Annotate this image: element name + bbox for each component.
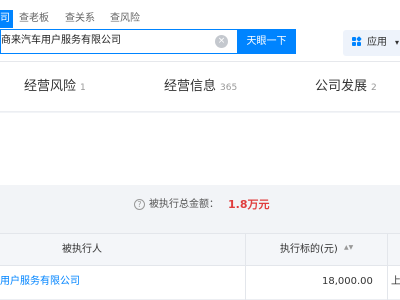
search-tab-risk[interactable]: 查风险 — [110, 10, 140, 28]
search-tab-boss[interactable]: 查老板 — [19, 10, 49, 28]
clear-icon[interactable]: × — [215, 35, 228, 48]
tab-count: 1 — [80, 83, 86, 93]
tab-company-development[interactable]: 公司发展 2 — [315, 62, 377, 112]
apps-label: 应用 — [367, 37, 387, 48]
sort-icon[interactable]: ▲▼ — [344, 245, 353, 255]
tab-count: 365 — [220, 83, 238, 93]
column-divider — [245, 233, 246, 300]
apps-button[interactable]: 应用 ▾ — [343, 30, 400, 56]
tab-count: 2 — [371, 83, 377, 93]
search-query-text: 商来汽车用户服务有限公司 — [1, 35, 121, 46]
table-header: 被执行人 执行标的(元) ▲▼ — [0, 233, 400, 266]
tab-business-risk[interactable]: 经营风险 1 — [24, 62, 86, 112]
column-divider — [387, 233, 388, 300]
summary-label: 被执行总金额： — [149, 199, 219, 210]
column-header-amount[interactable]: 执行标的(元) — [280, 234, 338, 266]
extra-cell: 上 — [391, 276, 400, 287]
help-icon[interactable]: ? — [134, 199, 145, 210]
tab-label: 经营信息 — [164, 79, 217, 94]
tab-business-info[interactable]: 经营信息 365 — [164, 62, 237, 112]
summary-value: 1.8万元 — [228, 198, 270, 211]
executee-link[interactable]: 用户服务有限公司 — [0, 266, 80, 298]
header: 司 查老板 查关系 查风险 商来汽车用户服务有限公司 × 天眼一下 应用 ▾ — [0, 0, 400, 62]
search-tab-relation[interactable]: 查关系 — [65, 10, 95, 28]
search-button[interactable]: 天眼一下 — [237, 29, 296, 54]
tab-label: 经营风险 — [24, 79, 77, 94]
column-header-executee: 被执行人 — [62, 244, 102, 255]
tab-label: 公司发展 — [315, 79, 368, 94]
table-row: 用户服务有限公司 18,000.00 上 — [0, 266, 400, 300]
chevron-down-icon: ▾ — [395, 38, 400, 47]
grid-icon — [352, 36, 362, 47]
amount-cell: 18,000.00 — [322, 276, 373, 287]
content-area — [0, 113, 400, 185]
category-tabs: 经营风险 1 经营信息 365 公司发展 2 — [0, 62, 400, 112]
search-tab-company[interactable]: 司 — [0, 10, 13, 28]
execution-summary: ? 被执行总金额： 1.8万元 — [0, 186, 400, 224]
